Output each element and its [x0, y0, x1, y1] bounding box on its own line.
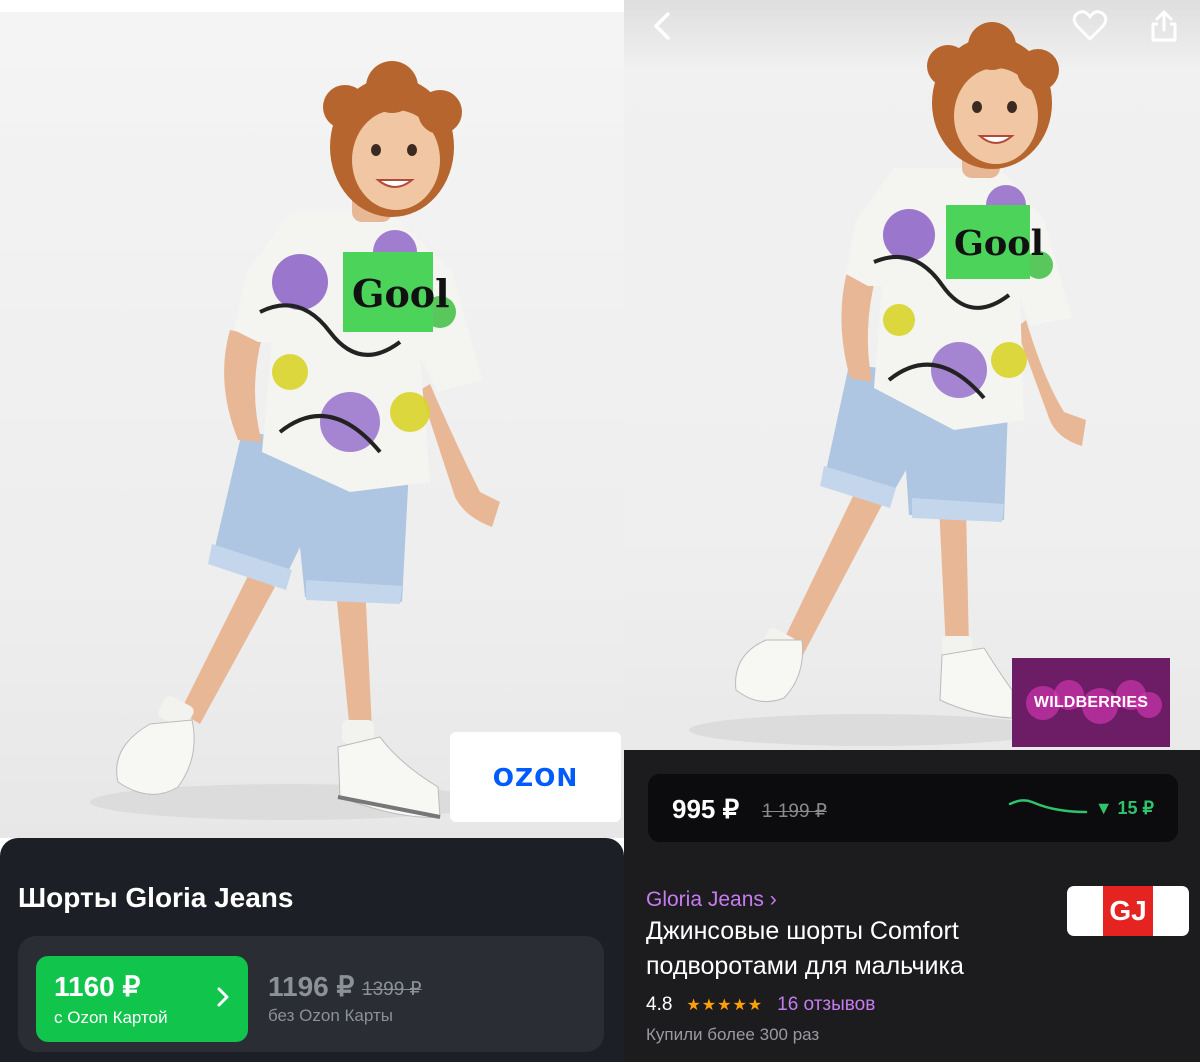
price-drop: ▼ 15 ₽	[1094, 798, 1154, 818]
ozon-product-screen: Gool OZON Шорты Gloria Jeans 1160 ₽ с Oz…	[0, 0, 624, 1062]
back-arrow-icon[interactable]	[644, 8, 680, 44]
product-title: Шорты Gloria Jeans	[18, 882, 294, 913]
ozon-card-price-button[interactable]: 1160 ₽ с Ozon Картой	[36, 956, 248, 1042]
price: 995 ₽	[672, 794, 740, 824]
ozon-logo-text: OZON	[492, 762, 579, 792]
price-box: 1160 ₽ с Ozon Картой 1196 ₽ 1399 ₽ без O…	[18, 936, 604, 1052]
product-photo[interactable]: Gool	[624, 0, 1200, 760]
wildberries-product-screen: Gool WILDBERRIES 995 ₽ 1 199 ₽ ▼ 15 ₽ Gl…	[624, 0, 1200, 1062]
svg-text:Gool: Gool	[352, 271, 450, 316]
chevron-right-icon	[216, 986, 230, 1015]
svg-text:Gool: Gool	[954, 223, 1044, 264]
price-bar[interactable]: 995 ₽ 1 199 ₽ ▼ 15 ₽	[648, 774, 1178, 842]
rating-value: 4.8	[646, 994, 673, 1015]
heart-icon[interactable]	[1072, 8, 1108, 44]
star-rating-icon: ★★★★★	[686, 997, 764, 1014]
product-photo-illustration: Gool	[689, 22, 1086, 746]
old-price: 1399 ₽	[362, 979, 422, 1000]
reviews-link[interactable]: 16 отзывов	[777, 994, 875, 1016]
price-trend-icon	[1008, 799, 1088, 814]
rating-row[interactable]: 4.8 ★★★★★ 16 отзывов	[646, 994, 875, 1016]
card-price: 1160 ₽	[54, 971, 141, 1002]
wildberries-product-card: 995 ₽ 1 199 ₽ ▼ 15 ₽ Gloria Jeans › Джин…	[624, 750, 1200, 1062]
brand-link[interactable]: Gloria Jeans ›	[646, 888, 777, 912]
ozon-logo: OZON	[450, 732, 621, 822]
ozon-product-card: Шорты Gloria Jeans 1160 ₽ с Ozon Картой …	[0, 838, 624, 1062]
product-title: Джинсовые шорты Comfort подворотами для …	[646, 917, 964, 980]
wildberries-logo: WILDBERRIES	[1012, 658, 1170, 747]
regular-price: 1196 ₽	[268, 971, 355, 1002]
share-icon[interactable]	[1146, 8, 1182, 44]
brand-logo-text: GJ	[1103, 886, 1153, 936]
product-photo-illustration: Gool	[90, 61, 500, 820]
card-price-label: с Ozon Картой	[54, 1008, 168, 1027]
purchase-count: Купили более 300 раз	[646, 1025, 820, 1044]
old-price: 1 199 ₽	[762, 801, 827, 822]
regular-price-label: без Ozon Карты	[268, 1006, 393, 1025]
product-photo[interactable]: Gool	[0, 12, 624, 838]
brand-logo[interactable]: GJ	[1067, 886, 1189, 936]
wildberries-logo-text: WILDBERRIES	[1033, 693, 1149, 711]
